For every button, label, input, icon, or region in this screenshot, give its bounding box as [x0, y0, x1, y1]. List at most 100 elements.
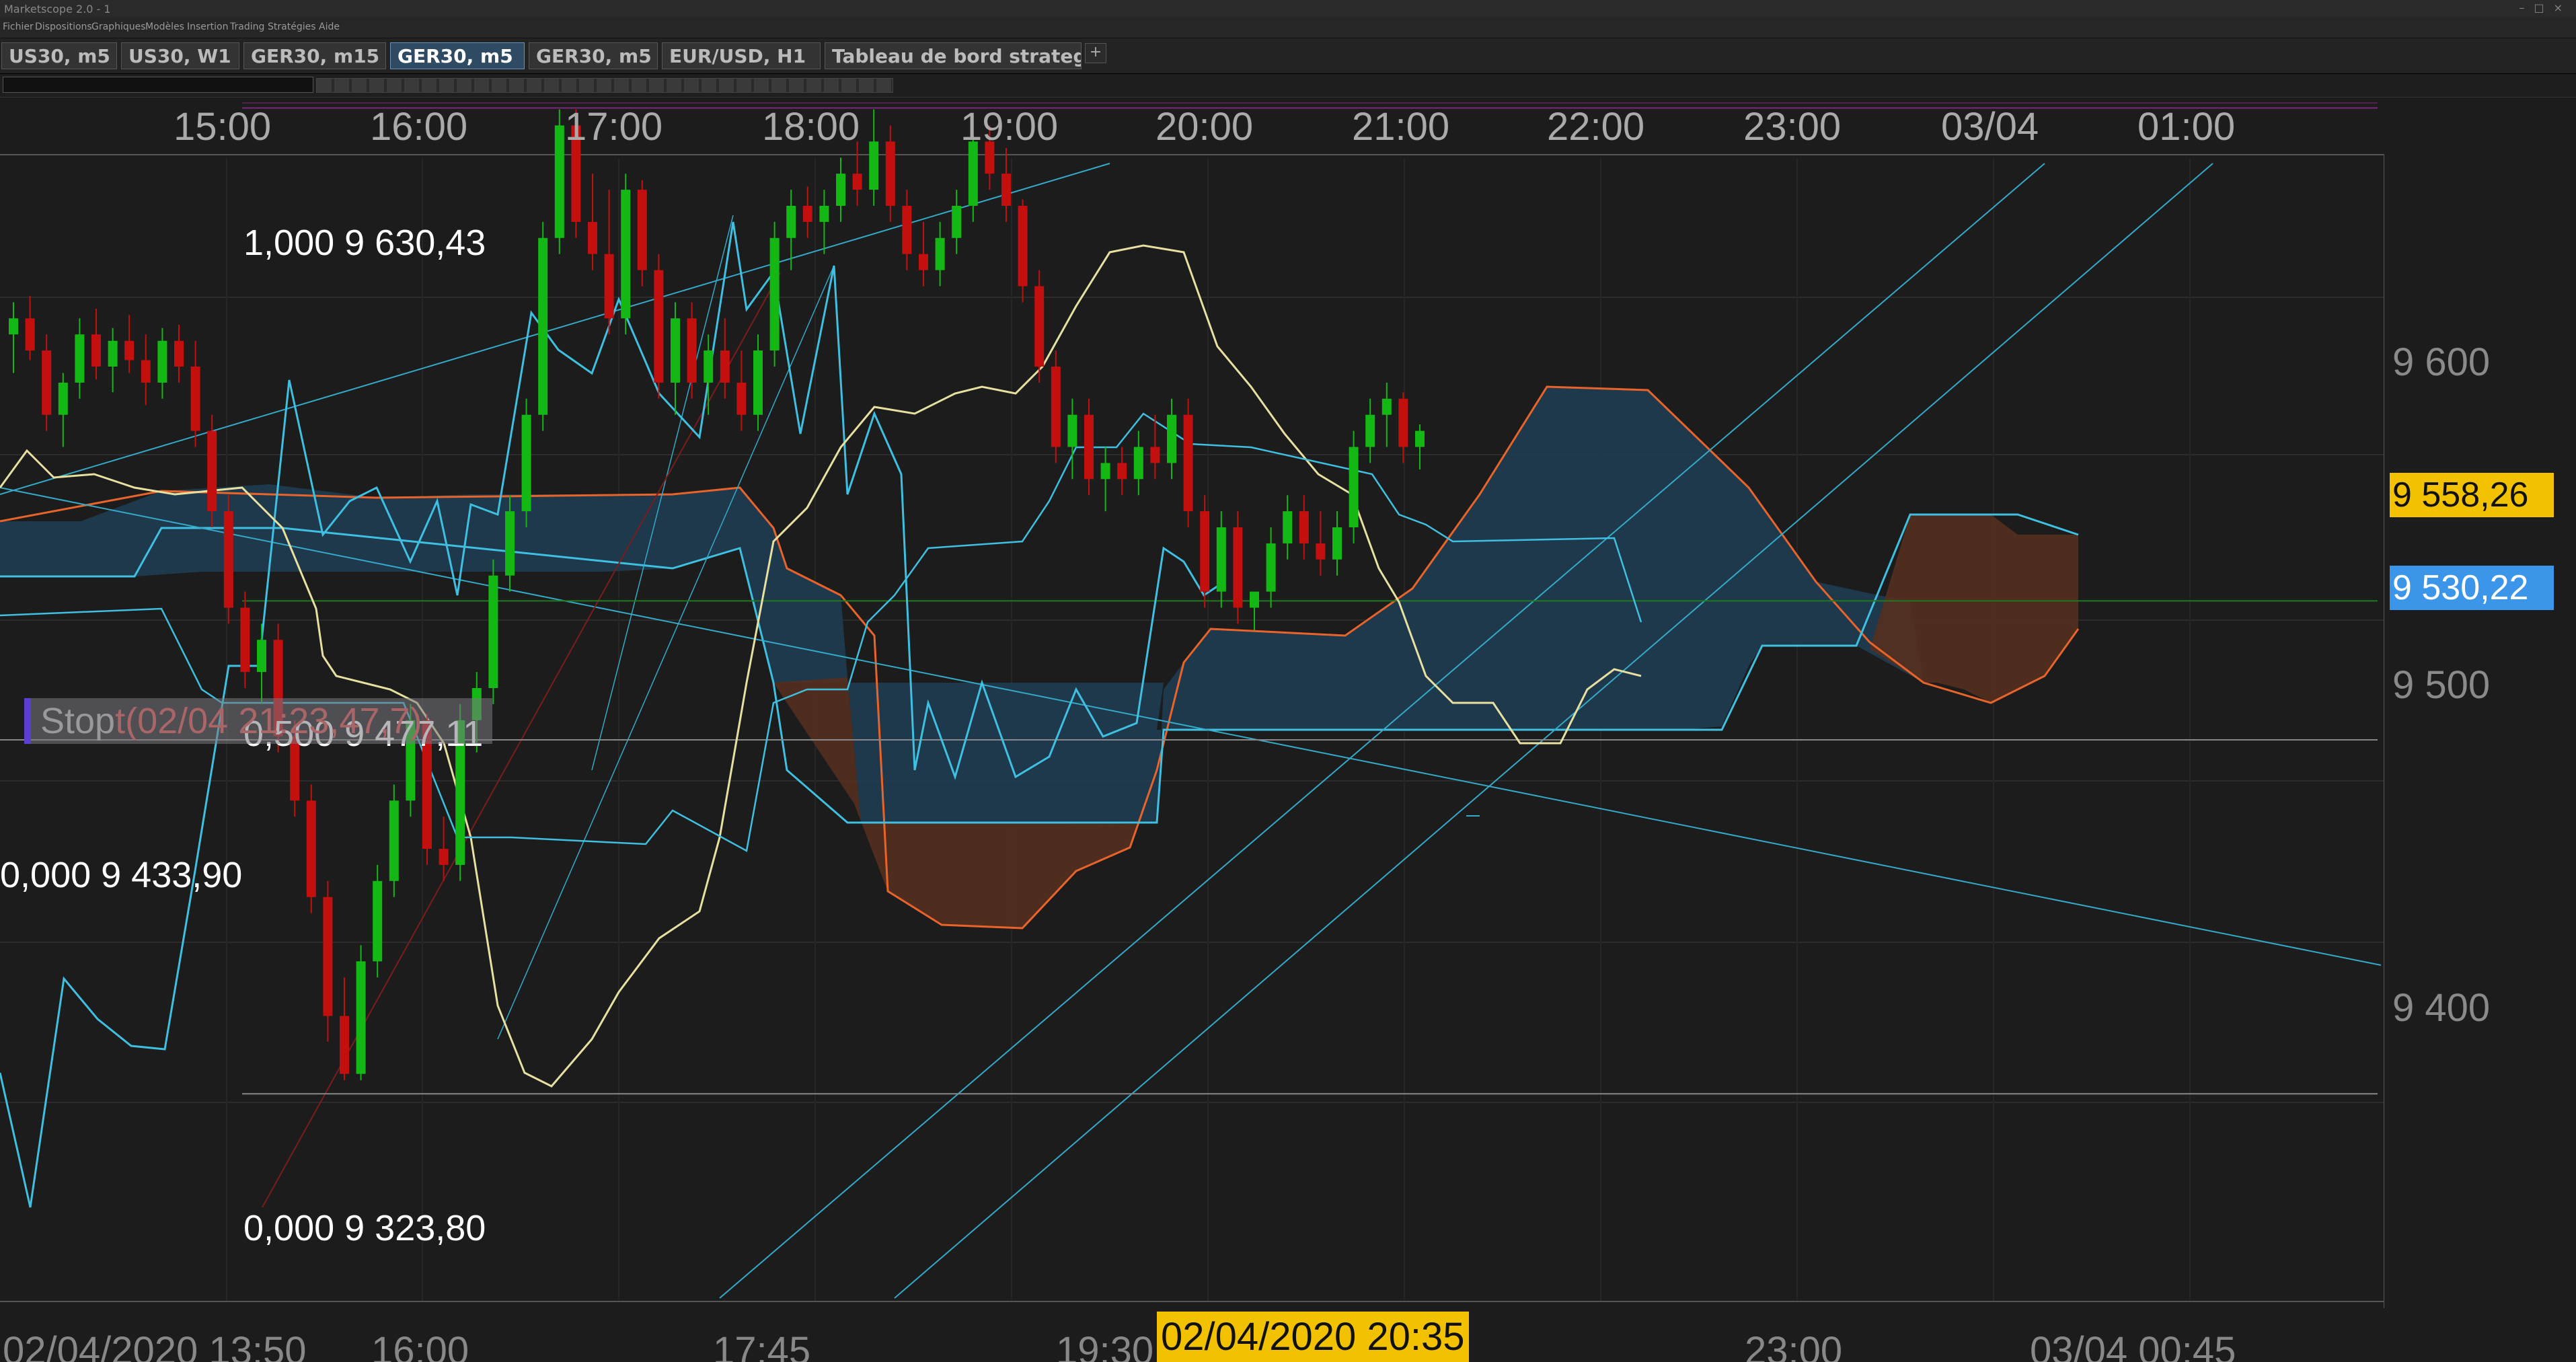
- candle-body: [257, 640, 266, 673]
- candle-body: [852, 174, 862, 190]
- candle-body: [588, 221, 597, 254]
- candle-body: [637, 190, 647, 270]
- candle-body: [58, 382, 68, 415]
- candle-body: [621, 190, 631, 319]
- toolbar-icons[interactable]: [316, 78, 893, 93]
- chart-tab[interactable]: GER30, m5: [529, 42, 658, 69]
- candle-body: [1332, 527, 1342, 560]
- price-tag: 9 530,22: [2390, 566, 2554, 610]
- candle-body: [1018, 206, 1028, 287]
- candle-body: [1100, 463, 1110, 480]
- chart-tab[interactable]: US30, m5: [1, 42, 117, 69]
- price-tick: 9 500: [2392, 663, 2491, 707]
- candle-body: [1117, 463, 1127, 480]
- candle-body: [505, 511, 515, 576]
- candle-body: [1133, 447, 1143, 480]
- candle-body: [1200, 511, 1210, 592]
- candle-body: [952, 206, 962, 238]
- candle-body: [687, 318, 697, 383]
- candle-body: [836, 174, 845, 206]
- time-tick-top: 18:00: [762, 105, 860, 149]
- candle-body: [1381, 398, 1392, 415]
- candle-body: [1283, 511, 1293, 543]
- candle-body: [157, 340, 167, 383]
- candle-body: [1415, 430, 1425, 447]
- candle-body: [124, 340, 135, 361]
- candle-body: [340, 1016, 349, 1074]
- menu-item[interactable]: Aide: [319, 22, 340, 32]
- candle-body: [42, 350, 52, 415]
- time-tick-top: 19:00: [960, 105, 1059, 149]
- chart-tab[interactable]: Tableau de bord strategi: [825, 42, 1082, 69]
- candle-body: [786, 206, 796, 238]
- candle-body: [1365, 414, 1375, 447]
- candle-body: [1233, 527, 1243, 608]
- candle-body: [1034, 286, 1045, 367]
- menu-item[interactable]: Trading: [230, 22, 264, 32]
- candle-body: [769, 237, 780, 351]
- chart-tab-bar: US30, m5 US30, W1 GER30, m15 GER30, m5 GER30…: [0, 38, 2576, 74]
- candle-body: [753, 350, 763, 415]
- stop-label-detail: t(02/04 21:23,47,7): [115, 701, 422, 741]
- menu-item[interactable]: Graphiques: [91, 22, 146, 32]
- menu-item[interactable]: Fichier: [3, 22, 34, 32]
- stop-order-label[interactable]: Stopt(02/04 21:23,47,7): [24, 698, 492, 744]
- candle-body: [1067, 414, 1077, 447]
- price-axis[interactable]: 9 600 9 500 9 400 9 558,26 9 530,22: [2384, 98, 2576, 1362]
- candle-body: [819, 206, 829, 222]
- candle-body: [75, 334, 85, 383]
- candle-body: [306, 800, 316, 897]
- crosshair-date-badge: 02/04/2020 20:35: [1157, 1312, 1469, 1362]
- candle-body: [935, 237, 945, 270]
- menu-item[interactable]: Insertion: [187, 22, 228, 32]
- candle-body: [91, 334, 101, 367]
- candle-body: [538, 237, 548, 415]
- candle-body: [1299, 511, 1309, 543]
- candle-body: [968, 141, 978, 206]
- candle-body: [356, 961, 366, 1074]
- fib-level-label: 0,000 9 323,80: [243, 1208, 486, 1248]
- menu-item[interactable]: Dispositions: [35, 22, 92, 32]
- chart-tab[interactable]: GER30, m15: [243, 42, 386, 69]
- candle-body: [141, 360, 151, 383]
- candle-body: [223, 511, 233, 608]
- candle-body: [1150, 447, 1160, 463]
- time-tick-bottom: 16:00: [371, 1329, 469, 1362]
- add-tab-button[interactable]: +: [1085, 43, 1106, 63]
- menu-item[interactable]: Modèles: [145, 22, 184, 32]
- candle-body: [902, 206, 912, 254]
- candle-body: [671, 318, 680, 383]
- candle-body: [1183, 414, 1193, 512]
- drawing-toolbar: [0, 74, 2576, 98]
- candle-body: [190, 367, 200, 431]
- chart-tab[interactable]: EUR/USD, H1: [662, 42, 821, 69]
- candle-body: [885, 141, 895, 206]
- candle-body: [323, 897, 333, 1016]
- chart-tab[interactable]: US30, W1: [121, 42, 239, 69]
- price-tick: 9 400: [2392, 986, 2491, 1030]
- candle-body: [373, 880, 383, 962]
- menu-item[interactable]: Stratégies: [268, 22, 316, 32]
- window-controls[interactable]: –□×: [2519, 1, 2572, 14]
- time-tick-bottom: 03/04 00:45: [2030, 1329, 2236, 1362]
- time-tick-top: 15:00: [174, 105, 272, 149]
- candle-body: [488, 575, 498, 688]
- candle-body: [521, 414, 531, 512]
- instrument-selector[interactable]: [3, 77, 313, 93]
- candle-body: [1001, 174, 1011, 206]
- window-titlebar: Marketscope 2.0 - 1 –□×: [0, 0, 2576, 18]
- candle-body: [25, 318, 35, 351]
- candle-body: [174, 340, 184, 367]
- time-tick-top: 03/04: [1941, 105, 2039, 149]
- candle-body: [1084, 414, 1094, 480]
- time-tick-top: 01:00: [2137, 105, 2236, 149]
- time-tick-bottom: 17:45: [713, 1329, 811, 1362]
- candle-body: [207, 430, 217, 512]
- candle-body: [108, 340, 118, 367]
- time-tick-top: 21:00: [1352, 105, 1450, 149]
- chart-tab[interactable]: GER30, m5: [390, 42, 525, 69]
- candle-body: [919, 254, 928, 270]
- price-tick: 9 600: [2392, 340, 2491, 384]
- time-tick-top: 20:00: [1156, 105, 1254, 149]
- candle-body: [1398, 398, 1408, 447]
